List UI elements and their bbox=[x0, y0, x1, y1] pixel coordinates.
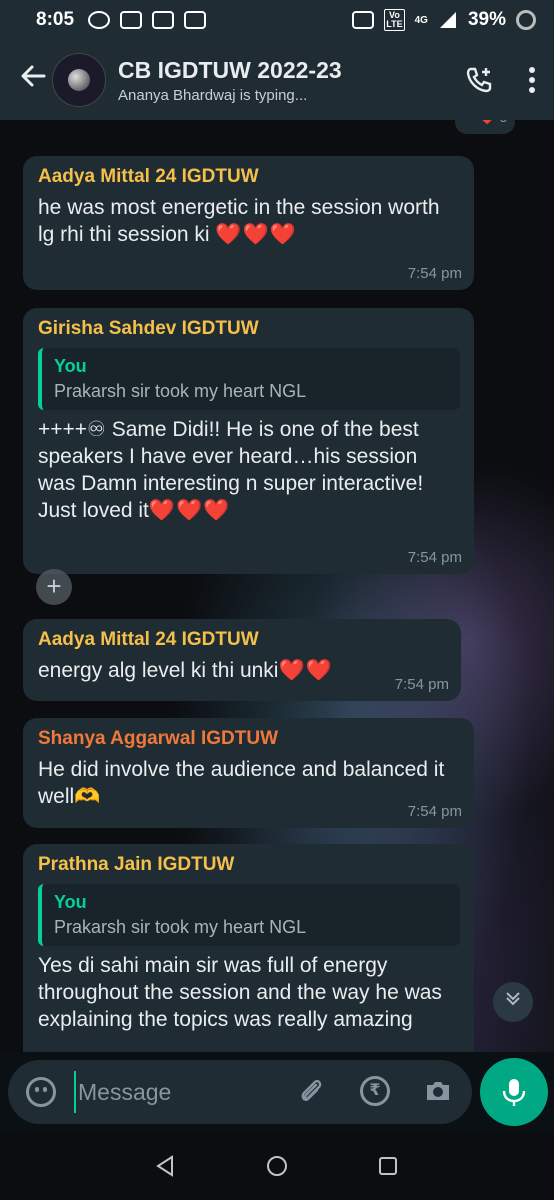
chevron-down-icon bbox=[506, 992, 520, 1006]
quote-author: You bbox=[54, 892, 87, 912]
reaction-chip[interactable]: ❤️ 3 bbox=[455, 120, 515, 134]
message-time: 7:54 pm bbox=[407, 549, 462, 566]
signal-icon bbox=[439, 12, 456, 28]
sender-name[interactable]: Prathna Jain IGDTUW bbox=[38, 854, 460, 876]
battery-percent: 39% bbox=[467, 9, 506, 30]
message-text: ++++♾ Same Didi!! He is one of the best … bbox=[38, 418, 424, 522]
zomato-icon bbox=[152, 11, 175, 29]
quote-text: Prakarsh sir took my heart NGL bbox=[54, 381, 307, 401]
chat-header: CB IGDTUW 2022-23 Ananya Bhardwaj is typ… bbox=[0, 40, 554, 120]
network-type: 4G bbox=[414, 14, 428, 26]
system-nav-bar bbox=[0, 1132, 554, 1200]
battery-icon bbox=[516, 10, 536, 30]
message-time: 7:54 pm bbox=[407, 803, 462, 820]
camera-icon[interactable] bbox=[423, 1076, 453, 1111]
sender-name[interactable]: Aadya Mittal 24 IGDTUW bbox=[38, 629, 447, 651]
avatar[interactable] bbox=[52, 53, 106, 107]
arrow-left-icon[interactable] bbox=[8, 62, 58, 98]
gmail-icon bbox=[184, 11, 207, 29]
quote-author: You bbox=[54, 356, 87, 376]
quoted-message[interactable]: You Prakarsh sir took my heart NGL bbox=[38, 348, 460, 410]
message-bubble[interactable]: Aadya Mittal 24 IGDTUW energy alg level … bbox=[23, 619, 461, 701]
chat-info[interactable]: CB IGDTUW 2022-23 Ananya Bhardwaj is typ… bbox=[118, 57, 342, 104]
back-triangle-icon[interactable] bbox=[154, 1154, 178, 1178]
status-bar: 8:05 Vo LTE 4G 39% bbox=[0, 0, 554, 40]
mic-button[interactable] bbox=[480, 1058, 548, 1126]
mic-icon bbox=[502, 1079, 526, 1106]
typing-status: Ananya Bhardwaj is typing... bbox=[118, 86, 308, 104]
message-text: Yes di sahi main sir was full of energy … bbox=[38, 954, 442, 1031]
youtube-icon bbox=[120, 11, 143, 29]
composer: ₹ bbox=[0, 1052, 554, 1132]
chat-title: CB IGDTUW 2022-23 bbox=[118, 56, 342, 83]
home-circle-icon[interactable] bbox=[265, 1154, 289, 1178]
whatsapp-icon bbox=[88, 11, 111, 29]
chat-scroll[interactable]: ❤️ 3 Aadya Mittal 24 IGDTUW he was most … bbox=[0, 120, 554, 1052]
nfc-icon bbox=[352, 11, 375, 29]
recents-square-icon[interactable] bbox=[376, 1154, 400, 1178]
message-time: 7:54 pm bbox=[407, 265, 462, 282]
message-text: he was most energetic in the session wor… bbox=[38, 196, 440, 246]
message-bubble[interactable]: Shanya Aggarwal IGDTUW He did involve th… bbox=[23, 718, 474, 828]
message-bubble[interactable]: Girisha Sahdev IGDTUW You Prakarsh sir t… bbox=[23, 308, 474, 574]
message-text: He did involve the audience and balanced… bbox=[38, 758, 445, 808]
message-input[interactable] bbox=[74, 1071, 280, 1113]
message-bubble[interactable]: Aadya Mittal 24 IGDTUW he was most energ… bbox=[23, 156, 474, 290]
quoted-message[interactable]: You Prakarsh sir took my heart NGL bbox=[38, 884, 460, 946]
quote-text: Prakarsh sir took my heart NGL bbox=[54, 917, 307, 937]
message-bubble[interactable]: Prathna Jain IGDTUW You Prakarsh sir too… bbox=[23, 844, 474, 1052]
add-call-icon[interactable] bbox=[464, 65, 494, 95]
sender-name[interactable]: Girisha Sahdev IGDTUW bbox=[38, 318, 460, 340]
message-time: 7:54 pm bbox=[394, 676, 449, 693]
volte-icon: Vo LTE bbox=[384, 9, 405, 31]
scroll-to-bottom-button[interactable] bbox=[493, 982, 533, 1022]
message-composer: ₹ bbox=[8, 1060, 472, 1124]
message-text: energy alg level ki thi unki❤️❤️ bbox=[38, 659, 333, 682]
add-reaction-icon[interactable]: + bbox=[36, 569, 72, 605]
sender-name[interactable]: Shanya Aggarwal IGDTUW bbox=[38, 728, 460, 750]
attach-icon[interactable] bbox=[296, 1076, 326, 1111]
rupee-icon[interactable]: ₹ bbox=[360, 1076, 390, 1106]
more-vert-icon[interactable] bbox=[528, 67, 536, 93]
emoji-icon[interactable] bbox=[26, 1077, 56, 1107]
sender-name[interactable]: Aadya Mittal 24 IGDTUW bbox=[38, 166, 460, 188]
clock: 8:05 bbox=[36, 9, 75, 30]
